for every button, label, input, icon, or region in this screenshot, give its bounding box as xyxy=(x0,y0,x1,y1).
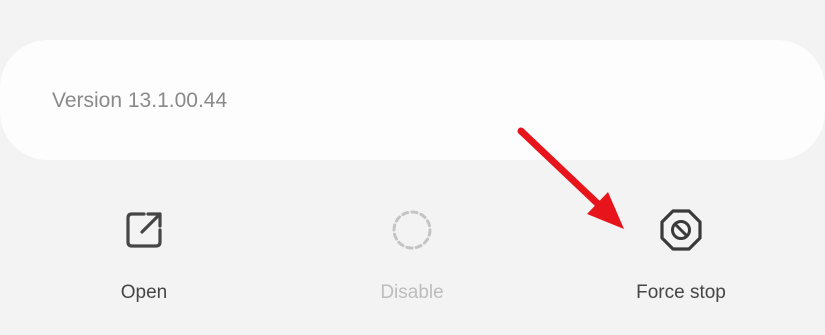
disable-button[interactable]: Disable xyxy=(332,208,492,318)
open-external-icon xyxy=(122,208,166,252)
open-button[interactable]: Open xyxy=(64,208,224,318)
disable-dashed-circle-icon xyxy=(390,208,434,252)
open-label: Open xyxy=(120,282,168,303)
force-stop-octagon-icon xyxy=(659,208,703,252)
disable-label: Disable xyxy=(380,282,444,303)
version-text: Version 13.1.00.44 xyxy=(52,89,228,112)
force-stop-label: Force stop xyxy=(636,282,726,303)
force-stop-button[interactable]: Force stop xyxy=(601,208,761,318)
